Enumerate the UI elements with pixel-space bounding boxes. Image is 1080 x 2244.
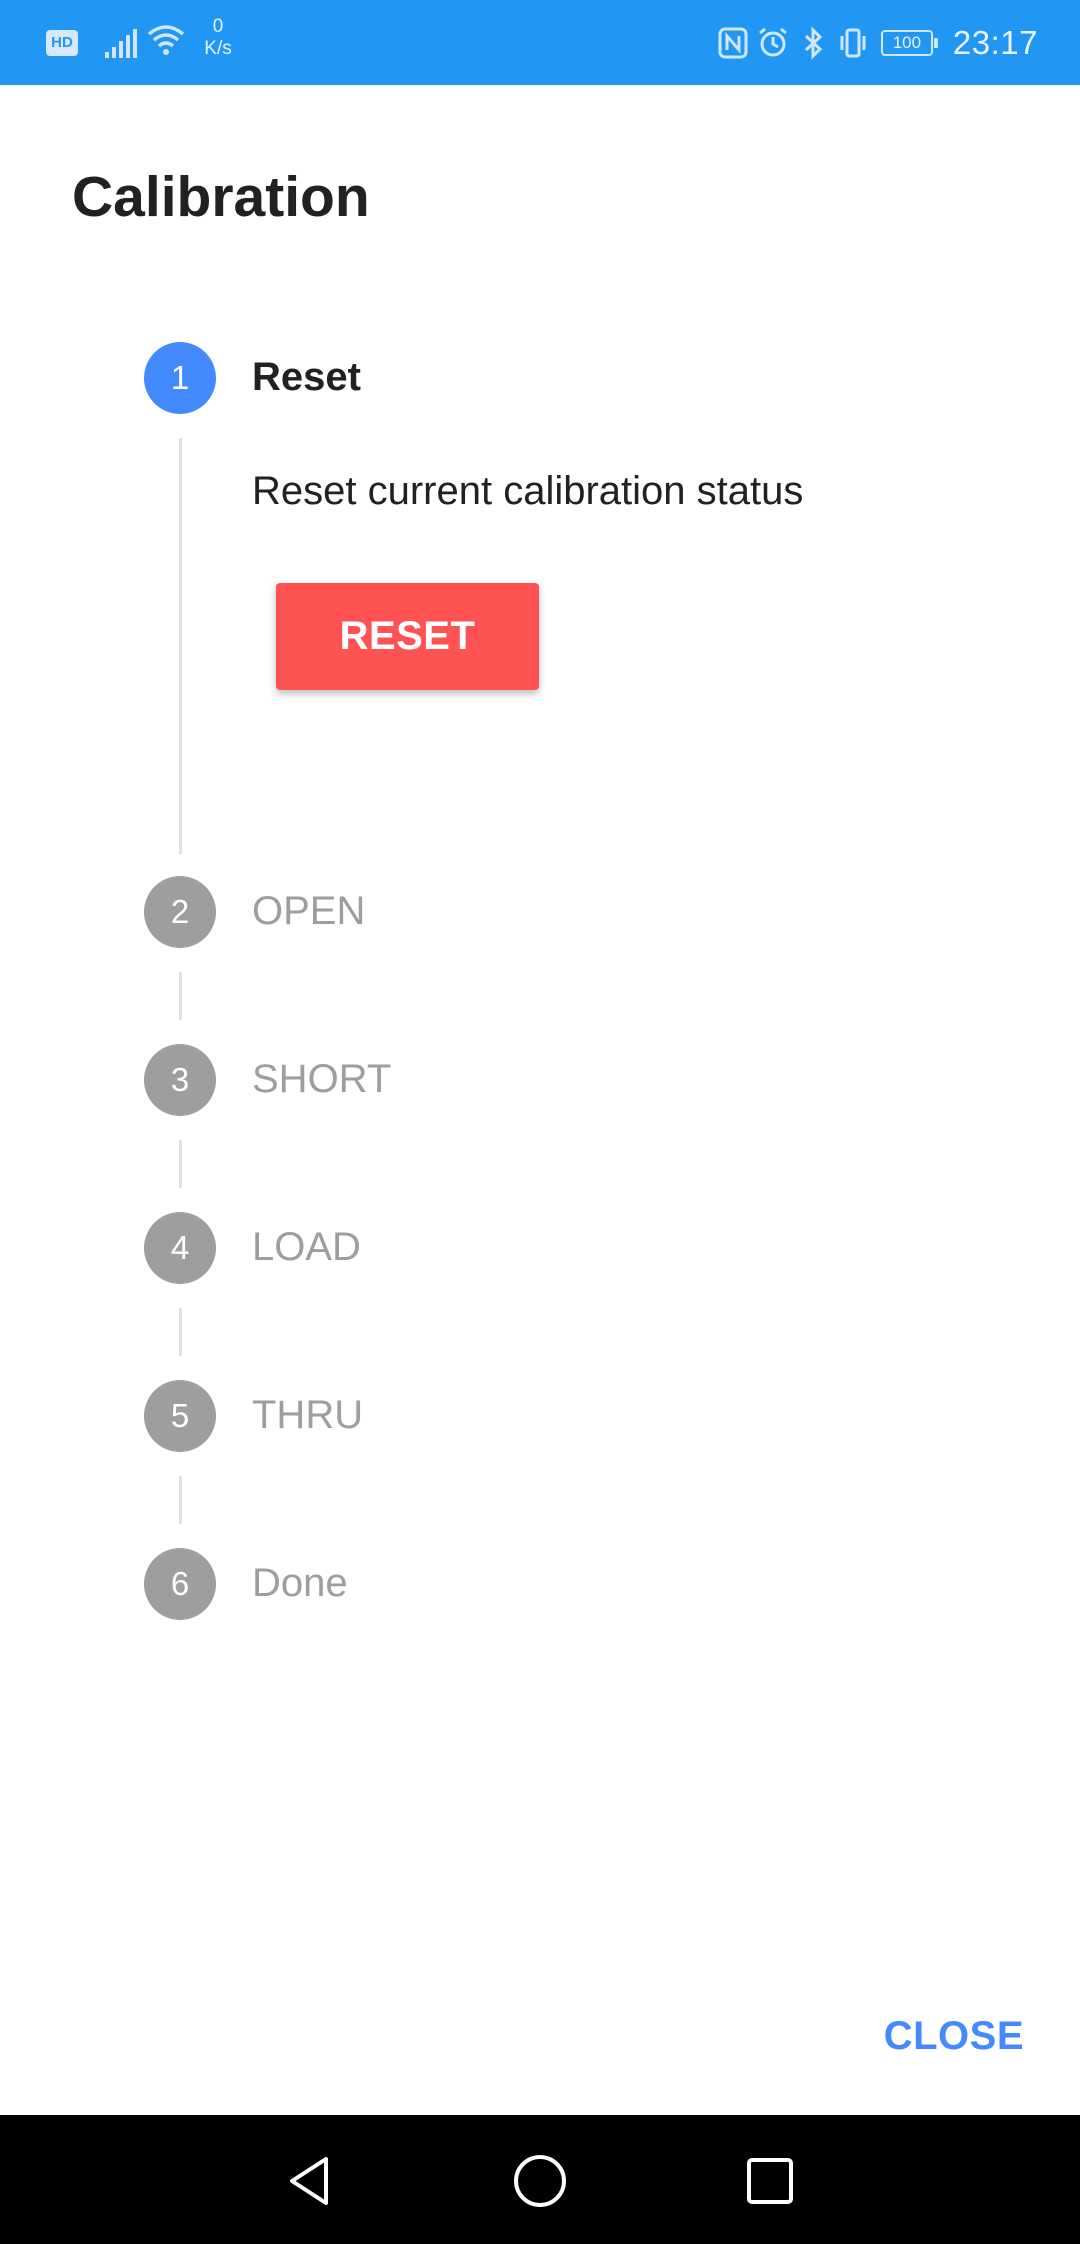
alarm-icon <box>758 27 787 57</box>
step-connector <box>179 1308 182 1356</box>
dialog-title: Calibration <box>72 165 370 229</box>
step-label: THRU <box>252 1393 364 1437</box>
step-number-badge: 1 <box>144 342 216 414</box>
wifi-icon <box>147 25 185 55</box>
home-icon[interactable] <box>510 2151 570 2211</box>
step-description: Reset current calibration status <box>252 469 804 513</box>
step-label: Reset <box>252 355 361 399</box>
vibrate-icon <box>840 28 866 58</box>
step-label: LOAD <box>252 1225 361 1269</box>
network-speed: 0 K/s <box>198 16 238 60</box>
status-bar: HD 0 K/s 100 23:17 <box>0 0 1080 85</box>
step-label: Done <box>252 1561 348 1605</box>
back-icon[interactable] <box>280 2151 340 2211</box>
step-number-badge: 3 <box>144 1044 216 1116</box>
step-connector <box>179 1140 182 1188</box>
step-number-badge: 2 <box>144 876 216 948</box>
step-number-badge: 6 <box>144 1548 216 1620</box>
clock: 23:17 <box>952 24 1038 61</box>
recent-apps-icon[interactable] <box>740 2151 800 2211</box>
step-connector <box>179 1476 182 1524</box>
step-label: OPEN <box>252 889 366 933</box>
step-number-badge: 5 <box>144 1380 216 1452</box>
close-button[interactable]: CLOSE <box>884 2008 1024 2064</box>
step-connector <box>179 438 182 854</box>
bluetooth-icon <box>804 26 823 60</box>
network-speed-unit: K/s <box>204 38 232 59</box>
step-label: SHORT <box>252 1057 392 1101</box>
step-number-badge: 4 <box>144 1212 216 1284</box>
step-connector <box>179 972 182 1020</box>
status-icons-right: 100 23:17 <box>717 18 1038 68</box>
battery-icon: 100 <box>880 30 938 56</box>
nfc-icon <box>718 27 748 59</box>
signal-icon <box>105 29 137 58</box>
reset-button[interactable]: RESET <box>276 583 539 690</box>
network-speed-value: 0 <box>212 16 224 37</box>
hd-icon: HD <box>46 30 78 56</box>
navigation-bar <box>0 2115 1080 2244</box>
